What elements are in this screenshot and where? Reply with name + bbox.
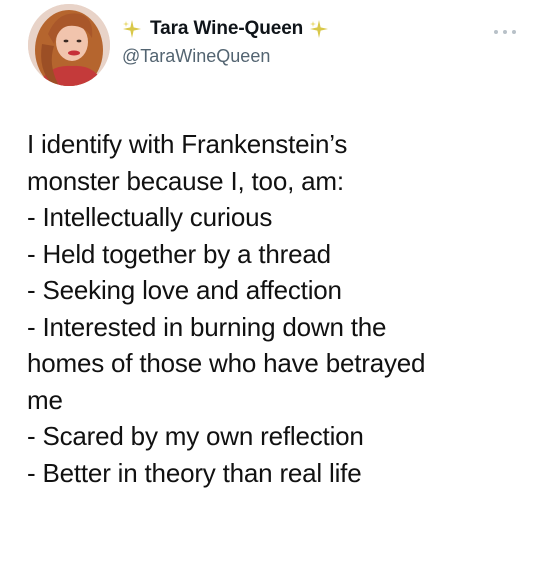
list-item: - Scared by my own reflection [27,421,364,451]
sparkles-icon [122,19,142,39]
author-name-row[interactable]: Tara Wine-Queen [122,16,500,42]
ellipsis-icon[interactable] [494,28,516,36]
author-avatar[interactable] [28,4,110,86]
tweet-card: Tara Wine-Queen @TaraWineQueen I identif… [0,0,540,563]
ellipsis-dot [494,30,498,34]
list-item: - Held together by a thread [27,238,331,269]
author-handle[interactable]: @TaraWineQueen [122,46,500,67]
list-item: - Intellectually curious [27,202,273,232]
author-display-name[interactable]: Tara Wine-Queen [150,18,303,40]
list-item: me [27,384,63,415]
ellipsis-dot [512,30,516,34]
tweet-text-line: I identify with Frankenstein’s [27,129,348,159]
tweet-text: I identify with Frankenstein’s monster b… [27,126,527,491]
list-item: homes of those who have betrayed [27,348,426,378]
list-item: - Interested in burning down the [27,311,387,342]
tweet-text-line: monster because I, too, am: [27,165,344,196]
tweet-header: Tara Wine-Queen @TaraWineQueen [122,16,500,67]
ellipsis-dot [503,30,507,34]
profile-photo-icon [28,4,110,86]
list-item: - Better in theory than real life [27,457,362,488]
list-item: - Seeking love and affection [27,275,342,305]
sparkles-icon [309,19,329,39]
